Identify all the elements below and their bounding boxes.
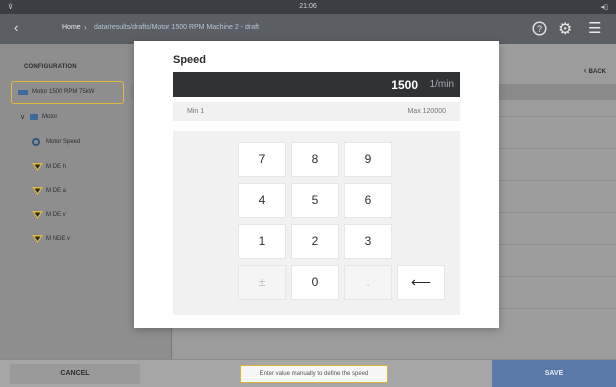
svg-text:?: ? xyxy=(537,24,542,34)
component-icon xyxy=(30,114,38,120)
battery-icon: ◂▯ xyxy=(600,4,608,11)
measurement-point-icon xyxy=(32,187,43,195)
back-arrow-icon[interactable]: ‹ xyxy=(14,20,18,35)
tree-item-label: M NDE v xyxy=(46,236,70,242)
machine-label: Motor 1500 RPM 75kW xyxy=(32,89,95,95)
chevron-down-icon: ∨ xyxy=(20,114,26,121)
key-decimal[interactable]: . xyxy=(344,265,392,300)
measurement-point-icon xyxy=(32,235,43,243)
breadcrumb-path[interactable]: data/results/drafts/Motor 1500 RPM Machi… xyxy=(94,24,259,31)
menu-icon[interactable]: ☰ xyxy=(588,19,601,37)
tree-item-label: M DE a xyxy=(46,188,67,194)
speed-dialog: Speed 1500 1/min Min 1 Max 120000 7 8 9 … xyxy=(134,41,499,328)
measurement-point-icon xyxy=(32,163,43,171)
key-4[interactable]: 4 xyxy=(238,183,286,218)
status-bar: ⊽ 21:06 ◂▯ xyxy=(0,0,616,14)
tree-item-motor-speed[interactable]: Motor Speed xyxy=(32,138,142,149)
tree-item-label: M DE h xyxy=(46,164,67,170)
cancel-button[interactable]: CANCEL xyxy=(10,364,140,384)
backspace-icon[interactable]: ⟵ xyxy=(397,265,445,300)
key-2[interactable]: 2 xyxy=(291,224,339,259)
speed-value: 1500 xyxy=(391,78,418,92)
tree-item-point[interactable]: M DE h xyxy=(32,163,142,174)
chevron-left-icon: ‹ xyxy=(583,65,587,75)
measurement-point-icon xyxy=(32,211,43,219)
breadcrumb-home[interactable]: Home xyxy=(62,24,81,31)
sidebar-title: CONFIGURATION xyxy=(24,64,77,70)
tree-item-point[interactable]: M NDE v xyxy=(32,235,142,246)
speed-gauge-icon xyxy=(32,138,40,146)
dialog-title: Speed xyxy=(173,54,207,66)
tree-item-point[interactable]: M DE v xyxy=(32,211,142,222)
key-3[interactable]: 3 xyxy=(344,224,392,259)
value-display[interactable]: 1500 1/min xyxy=(173,72,460,97)
back-link[interactable]: ‹ BACK xyxy=(584,65,606,75)
tree-item-label: Motor Speed xyxy=(46,139,81,145)
help-icon[interactable]: ? xyxy=(532,21,547,39)
clock: 21:06 xyxy=(299,3,317,10)
min-label: Min 1 xyxy=(187,108,205,115)
machine-icon xyxy=(18,90,28,95)
top-navbar: ‹ Home › data/results/drafts/Motor 1500 … xyxy=(0,14,616,44)
settings-icon[interactable]: ⚙ xyxy=(558,19,572,39)
numeric-keypad: 7 8 9 4 5 6 1 2 3 ± 0 . ⟵ xyxy=(173,131,460,315)
sidebar-item-machine[interactable]: Motor 1500 RPM 75kW xyxy=(11,81,124,104)
tree-item-motor[interactable]: ∨ Motor xyxy=(20,114,140,124)
range-limits: Min 1 Max 120000 xyxy=(173,102,460,121)
key-7[interactable]: 7 xyxy=(238,142,286,177)
tree-item-point[interactable]: M DE a xyxy=(32,187,142,198)
breadcrumb-separator-icon: › xyxy=(84,23,87,32)
hint-text: Enter value manually to define the speed xyxy=(240,365,388,383)
key-0[interactable]: 0 xyxy=(291,265,339,300)
key-1[interactable]: 1 xyxy=(238,224,286,259)
tree-item-label: Motor xyxy=(42,114,58,120)
max-label: Max 120000 xyxy=(407,108,446,115)
save-button[interactable]: SAVE xyxy=(492,360,616,387)
key-sign[interactable]: ± xyxy=(238,265,286,300)
speed-unit: 1/min xyxy=(429,79,454,90)
key-5[interactable]: 5 xyxy=(291,183,339,218)
tree-item-label: M DE v xyxy=(46,212,66,218)
bottom-action-bar: CANCEL Enter value manually to define th… xyxy=(0,359,616,387)
key-9[interactable]: 9 xyxy=(344,142,392,177)
key-8[interactable]: 8 xyxy=(291,142,339,177)
key-6[interactable]: 6 xyxy=(344,183,392,218)
